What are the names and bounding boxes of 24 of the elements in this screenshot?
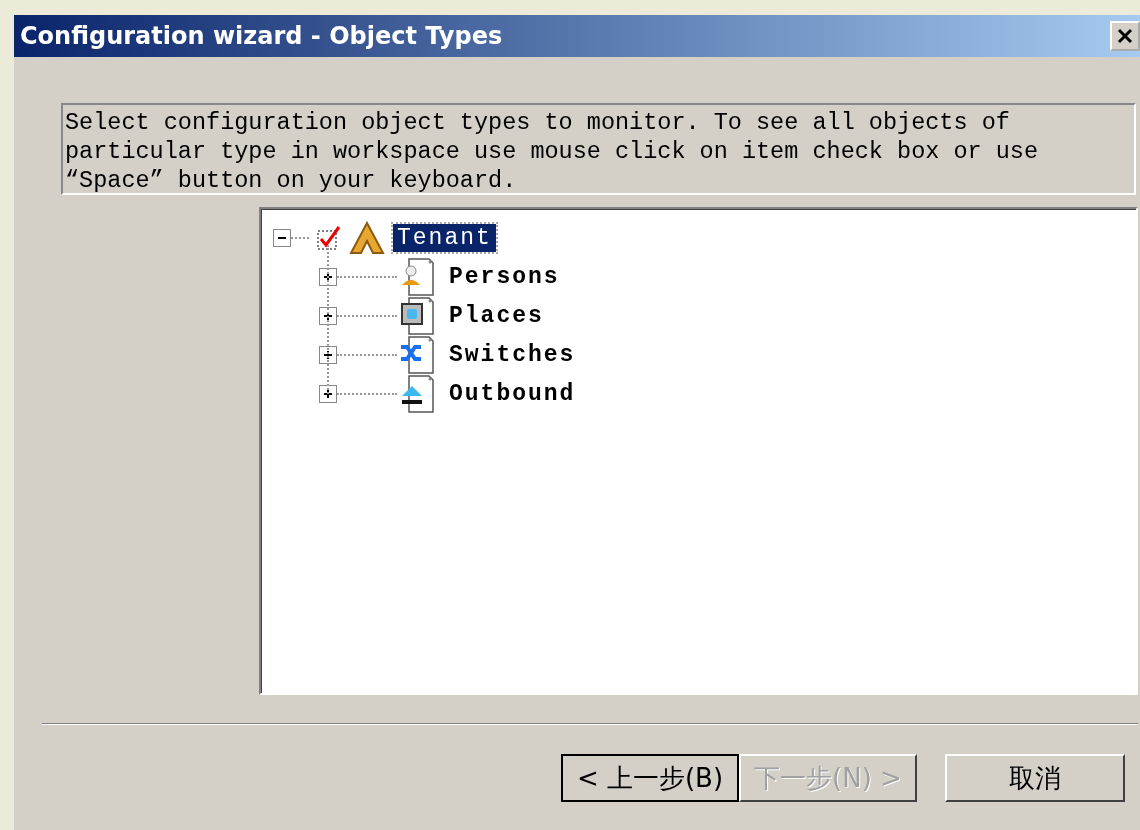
plus-icon xyxy=(323,349,333,360)
eject-document-icon xyxy=(399,373,435,414)
wizard-button[interactable]: 取消 xyxy=(945,754,1125,802)
tree-item[interactable]: Persons xyxy=(445,262,564,291)
tree-item[interactable]: Outbound xyxy=(445,379,580,408)
instruction-text: Select configuration object types to monitor. To see all objects of particular type in workspace use mouse click on item check box or use “Space” button on your keyboard. xyxy=(61,103,1136,195)
plus-icon xyxy=(323,388,333,399)
wizard-button[interactable]: < 上一步(B) xyxy=(561,754,739,802)
plus-icon xyxy=(323,271,333,282)
expand-toggle[interactable] xyxy=(319,384,337,403)
expand-toggle[interactable] xyxy=(319,267,337,286)
square-document-icon xyxy=(399,295,435,336)
expand-toggle[interactable] xyxy=(319,306,337,325)
expand-toggle[interactable] xyxy=(319,345,337,364)
window-title: Configuration wizard - Object Types xyxy=(20,22,503,50)
tree-item[interactable]: Places xyxy=(445,301,548,330)
close-button[interactable] xyxy=(1110,21,1140,51)
checkbox[interactable] xyxy=(317,225,341,250)
tree-item[interactable]: Tenant xyxy=(393,223,496,252)
collapse-toggle[interactable] xyxy=(273,228,291,247)
tent-icon xyxy=(349,220,385,255)
close-icon xyxy=(1117,28,1133,44)
tree-item[interactable]: Switches xyxy=(445,340,580,369)
crossed-arrows-document-icon xyxy=(399,334,435,375)
